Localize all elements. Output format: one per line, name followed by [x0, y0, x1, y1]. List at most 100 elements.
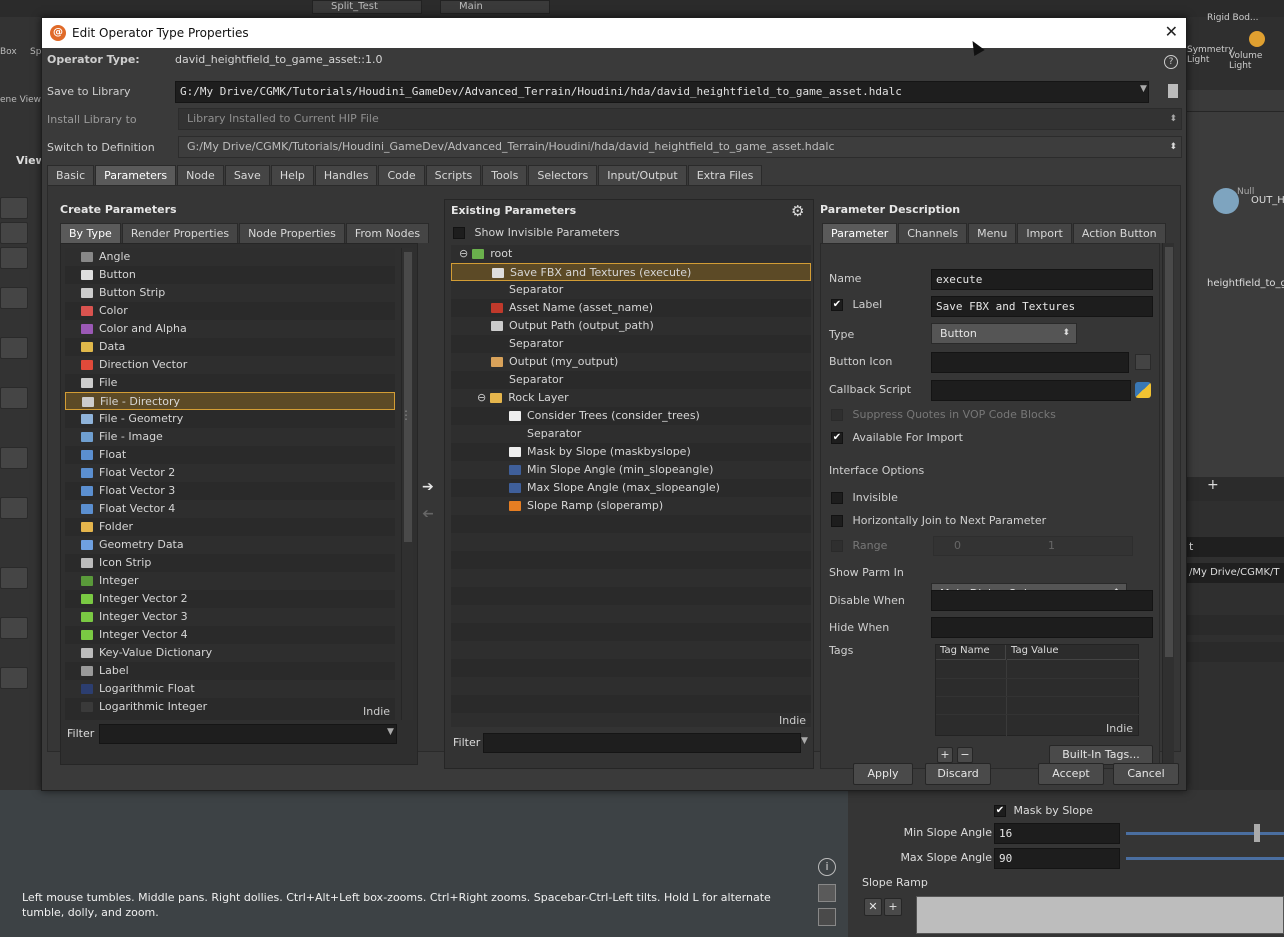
tab-action-button[interactable]: Action Button — [1072, 223, 1166, 243]
parameter-type-item[interactable]: Integer Vector 2 — [65, 590, 395, 608]
min-slope-slider[interactable] — [1126, 832, 1284, 835]
parameter-type-item[interactable]: Float Vector 3 — [65, 482, 395, 500]
gear-icon[interactable]: ⚙ — [791, 202, 804, 220]
existing-parameter-item[interactable]: Min Slope Angle (min_slopeangle) — [451, 461, 811, 479]
switch-definition-combo[interactable]: G:/My Drive/CGMK/Tutorials/Houdini_GameD… — [178, 136, 1182, 158]
remove-tag-button[interactable]: − — [957, 747, 973, 763]
parameter-type-item[interactable]: Angle — [65, 248, 395, 266]
tab-import[interactable]: Import — [1017, 223, 1072, 243]
help-icon[interactable]: ? — [1164, 55, 1178, 69]
null-node-icon[interactable] — [1213, 188, 1239, 214]
info-icon[interactable]: i — [818, 858, 836, 876]
min-slope-field[interactable]: 16 — [994, 823, 1120, 844]
parameter-type-item[interactable]: Logarithmic Float — [65, 680, 395, 698]
pose-tool-icon[interactable] — [0, 387, 28, 409]
tab-scripts[interactable]: Scripts — [425, 165, 482, 185]
parameter-type-item[interactable]: File - Geometry — [65, 410, 395, 428]
scrollbar-thumb[interactable] — [1165, 247, 1173, 657]
ramp-add-button[interactable]: + — [884, 898, 902, 916]
parameter-type-item[interactable]: Key-Value Dictionary — [65, 644, 395, 662]
parameter-type-item[interactable]: Icon Strip — [65, 554, 395, 572]
type-dropdown[interactable]: Button ⬍ — [931, 323, 1077, 344]
button-icon-field[interactable] — [931, 352, 1129, 373]
install-library-combo[interactable]: Library Installed to Current HIP File ⬍ — [178, 108, 1182, 130]
icon-browse-button[interactable] — [1135, 354, 1151, 370]
min-slope-slider-handle[interactable] — [1254, 824, 1260, 842]
display-options-icon[interactable] — [818, 884, 836, 902]
file-browse-icon[interactable] — [1168, 84, 1178, 98]
existing-parameter-item[interactable]: Mask by Slope (maskbyslope) — [451, 443, 811, 461]
parameter-type-item[interactable]: Integer — [65, 572, 395, 590]
parameter-type-item[interactable]: Folder — [65, 518, 395, 536]
parameter-type-item[interactable]: Integer Vector 4 — [65, 626, 395, 644]
disable-when-field[interactable] — [931, 590, 1153, 611]
desktop-tab-main[interactable]: Main — [440, 0, 550, 14]
parameter-type-item[interactable]: Float — [65, 446, 395, 464]
tab-parameters[interactable]: Parameters — [95, 165, 177, 185]
parameter-type-item[interactable]: Color and Alpha — [65, 320, 395, 338]
existing-parameter-item[interactable]: Max Slope Angle (max_slopeangle) — [451, 479, 811, 497]
tab-tools[interactable]: Tools — [482, 165, 528, 185]
tab-render-properties[interactable]: Render Properties — [121, 223, 239, 243]
tab-channels[interactable]: Channels — [898, 223, 968, 243]
existing-parameter-item[interactable]: Separator — [451, 425, 811, 443]
shelf-rigid-body-label[interactable]: Rigid Bod... — [1207, 13, 1259, 23]
slope-ramp-widget[interactable] — [916, 896, 1284, 934]
tab-from-nodes[interactable]: From Nodes — [345, 223, 430, 243]
light-tool-icon[interactable] — [0, 567, 28, 589]
suppress-quotes-checkbox[interactable] — [831, 409, 843, 421]
tab-node-properties[interactable]: Node Properties — [239, 223, 345, 243]
existing-parameter-item[interactable]: Save FBX and Textures (execute) — [451, 263, 811, 281]
tab-extra-files[interactable]: Extra Files — [687, 165, 763, 185]
chevron-down-icon[interactable]: ▼ — [801, 736, 808, 746]
add-tag-button[interactable]: + — [937, 747, 953, 763]
paint-tool-icon[interactable] — [0, 447, 28, 469]
snap-tool-icon[interactable] — [0, 497, 28, 519]
shelf-volume-light[interactable]: Volume Light — [1229, 51, 1284, 71]
parameter-type-item[interactable]: Float Vector 4 — [65, 500, 395, 518]
tab-menu[interactable]: Menu — [968, 223, 1017, 243]
built-in-tags-button[interactable]: Built-In Tags... — [1049, 745, 1153, 765]
invisible-checkbox[interactable] — [831, 492, 843, 504]
tag-name-header[interactable]: Tag Name — [936, 645, 1006, 660]
max-slope-slider[interactable] — [1126, 857, 1284, 860]
move-tool-icon[interactable] — [0, 222, 28, 244]
available-import-checkbox[interactable]: ✔ — [831, 432, 843, 444]
parm-field-blank[interactable] — [1187, 615, 1284, 635]
parameter-type-item[interactable]: Float Vector 2 — [65, 464, 395, 482]
tab-handles[interactable]: Handles — [314, 165, 378, 185]
description-scrollbar[interactable] — [1162, 243, 1174, 769]
handle-tool-icon[interactable] — [0, 337, 28, 359]
parameter-type-item[interactable]: Label — [65, 662, 395, 680]
tab-help[interactable]: Help — [270, 165, 314, 185]
existing-parameter-item[interactable]: Separator — [451, 281, 811, 299]
range-checkbox[interactable] — [831, 540, 843, 552]
select-tool-icon[interactable] — [0, 197, 28, 219]
parm-field-path[interactable]: /My Drive/CGMK/T — [1187, 563, 1284, 583]
tab-by-type[interactable]: By Type — [60, 223, 121, 243]
scrollbar-thumb[interactable] — [404, 252, 412, 542]
existing-parameter-item[interactable]: Separator — [451, 335, 811, 353]
render-tool-icon[interactable] — [0, 667, 28, 689]
existing-parameter-item[interactable]: Consider Trees (consider_trees) — [451, 407, 811, 425]
apply-button[interactable]: Apply — [853, 763, 913, 785]
shelf-symmetry-light[interactable]: Symmetry Light — [1187, 45, 1234, 65]
max-slope-field[interactable]: 90 — [994, 848, 1120, 869]
python-icon[interactable] — [1135, 382, 1151, 398]
parameter-type-item[interactable]: Logarithmic Integer — [65, 698, 395, 716]
parameter-type-item[interactable]: Data — [65, 338, 395, 356]
callback-script-field[interactable] — [931, 380, 1131, 401]
show-invisible-row[interactable]: Show Invisible Parameters — [453, 226, 620, 239]
tag-value-header[interactable]: Tag Value — [1007, 645, 1139, 660]
create-list-scrollbar[interactable] — [401, 248, 413, 720]
camera-tool-icon[interactable] — [0, 617, 28, 639]
collapse-toggle-icon[interactable]: ⊖ — [477, 391, 486, 404]
existing-filter-input[interactable] — [483, 733, 801, 753]
add-parameter-arrow-icon[interactable]: ➔ — [422, 479, 434, 495]
parameter-type-item[interactable]: Integer Vector 3 — [65, 608, 395, 626]
collapse-toggle-icon[interactable]: ⊖ — [459, 247, 468, 260]
close-icon[interactable]: ✕ — [1165, 22, 1178, 41]
parm-field-blank-2[interactable] — [1187, 642, 1284, 662]
accept-button[interactable]: Accept — [1038, 763, 1104, 785]
parameter-type-item[interactable]: Direction Vector — [65, 356, 395, 374]
